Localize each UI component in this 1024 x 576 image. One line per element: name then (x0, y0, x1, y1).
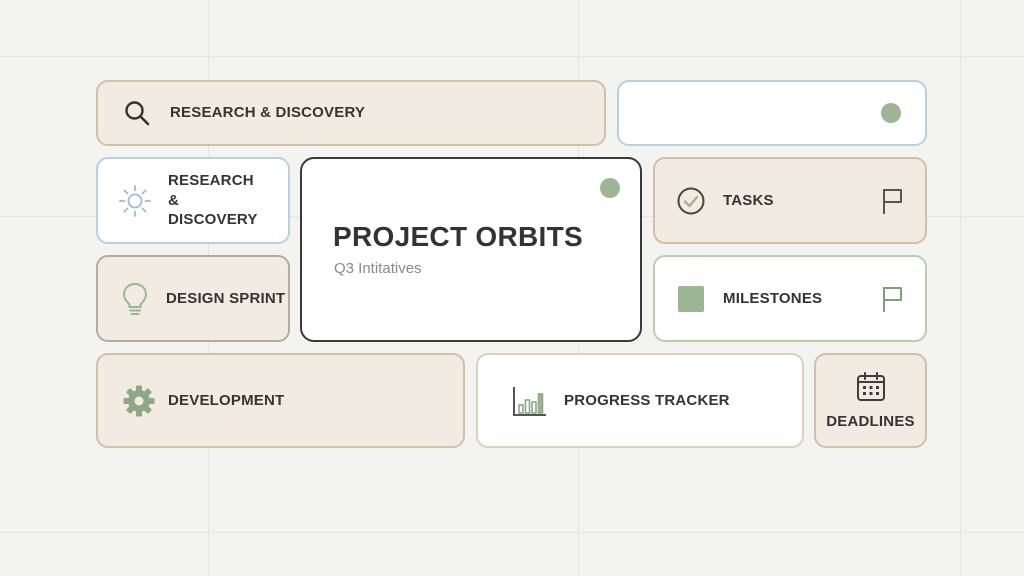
deadlines-label: DEADLINES (826, 412, 915, 430)
research-discovery-card-side[interactable]: RESEARCH & DISCOVERY (96, 157, 290, 244)
lightbulb-icon (120, 281, 150, 317)
sun-icon (118, 184, 152, 218)
square-icon (677, 285, 705, 313)
status-dot (881, 103, 901, 123)
background-gridline (0, 56, 1024, 57)
design-sprint-label: DESIGN SPRINT (166, 289, 286, 307)
milestones-card[interactable]: MILESTONES (653, 255, 927, 342)
deadlines-card[interactable]: DEADLINES (814, 353, 927, 448)
search-icon (122, 98, 152, 128)
milestones-label: MILESTONES (723, 289, 823, 307)
progress-tracker-card[interactable]: PROGRESS TRACKER (476, 353, 804, 448)
status-dot (600, 178, 620, 198)
empty-status-card[interactable] (617, 80, 927, 146)
development-card[interactable]: DEVELOPMENT (96, 353, 465, 448)
background-gridline (0, 532, 1024, 533)
project-title: PROJECT ORBITS (333, 221, 584, 252)
gear-icon (122, 384, 156, 418)
research-discovery-label-side: RESEARCH & DISCOVERY (168, 172, 258, 229)
research-discovery-card-top[interactable]: RESEARCH & DISCOVERY (96, 80, 606, 146)
tasks-label: TASKS (723, 191, 774, 209)
bar-chart-icon (512, 384, 548, 418)
development-label: DEVELOPMENT (168, 391, 285, 409)
calendar-icon (854, 370, 888, 404)
tasks-card[interactable]: TASKS (653, 157, 927, 244)
flag-icon[interactable] (879, 186, 905, 216)
progress-tracker-label: PROGRESS TRACKER (564, 391, 730, 409)
research-discovery-label: RESEARCH & DISCOVERY (170, 104, 366, 122)
check-circle-icon (675, 185, 707, 217)
project-orbits-card[interactable]: PROJECT ORBITS Q3 Intitatives (300, 157, 642, 342)
background-gridline (960, 0, 961, 576)
flag-icon[interactable] (879, 284, 905, 314)
design-sprint-card[interactable]: DESIGN SPRINT (96, 255, 290, 342)
project-subtitle: Q3 Intitatives (334, 260, 422, 277)
